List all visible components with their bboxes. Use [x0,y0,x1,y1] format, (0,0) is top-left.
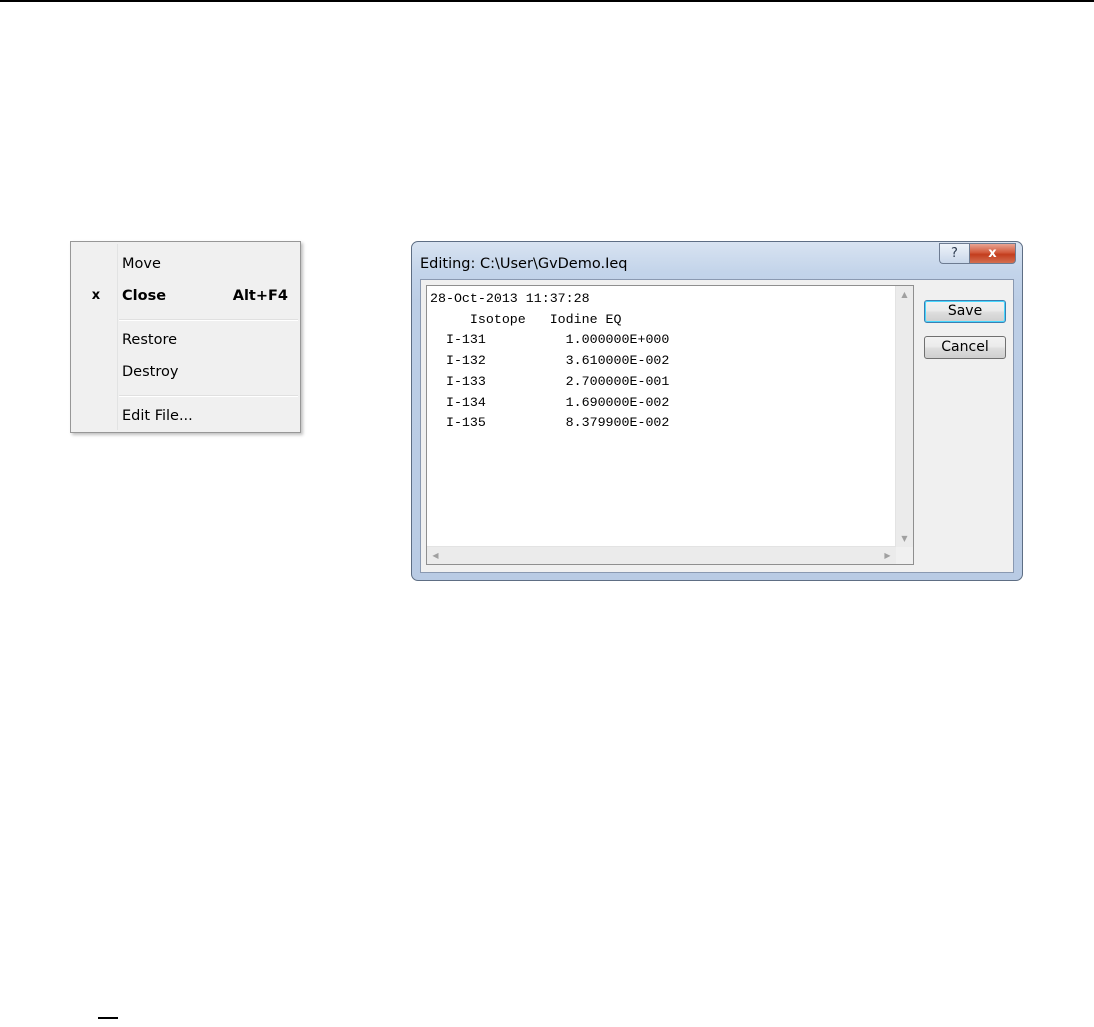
help-button[interactable]: ? [939,243,969,264]
page-mark [98,1017,118,1019]
close-mark-icon: x [91,288,101,303]
menu-separator [119,395,298,397]
editor-line: I-131 1.000000E+000 [430,332,670,348]
menu-item-destroy[interactable]: Destroy [73,358,298,386]
dialog-title: Editing: C:\User\GvDemo.Ieq [420,256,628,272]
editor-line: 28-Oct-2013 11:37:28 [430,291,590,306]
scrollbar-corner [896,547,913,564]
save-button[interactable]: Save [924,300,1006,323]
editor-line: I-134 1.690000E-002 [430,394,670,410]
question-mark-icon: ? [951,246,958,261]
menu-item-label: Close [122,288,167,304]
scroll-left-icon[interactable]: ◀ [427,547,444,564]
dialog-client-area: 28-Oct-2013 11:37:28 Isotope Iodine EQ I… [420,279,1014,573]
cancel-button[interactable]: Cancel [924,336,1006,359]
menu-item-label: Destroy [122,364,179,380]
editor-line: Isotope Iodine EQ [430,311,622,327]
file-text-editor[interactable]: 28-Oct-2013 11:37:28 Isotope Iodine EQ I… [426,285,914,565]
close-button[interactable]: x [969,243,1016,264]
editor-line: I-133 2.700000E-001 [430,373,670,389]
scroll-up-icon[interactable]: ▲ [896,286,913,303]
top-rule [0,0,1094,2]
edit-file-dialog: Editing: C:\User\GvDemo.Ieq ? x 28-Oct-2… [411,241,1023,581]
editor-content[interactable]: 28-Oct-2013 11:37:28 Isotope Iodine EQ I… [430,289,669,434]
menu-item-shortcut: Alt+F4 [232,288,288,304]
scroll-right-icon[interactable]: ▶ [879,547,896,564]
menu-item-label: Edit File... [122,408,193,424]
menu-item-edit-file[interactable]: Edit File... [73,402,298,430]
system-context-menu: Move x Close Alt+F4 Restore Destroy Edit… [70,241,301,433]
menu-item-restore[interactable]: Restore [73,326,298,354]
menu-item-close[interactable]: x Close Alt+F4 [73,282,298,310]
menu-item-label: Restore [122,332,178,348]
editor-line: I-135 8.379900E-002 [430,415,670,431]
horizontal-scrollbar[interactable]: ◀ ▶ [427,546,896,564]
menu-item-move[interactable]: Move [73,250,298,278]
menu-item-label: Move [122,256,161,272]
editor-line: I-132 3.610000E-002 [430,353,670,369]
vertical-scrollbar[interactable]: ▲ ▼ [895,286,913,547]
menu-separator [119,319,298,321]
scroll-down-icon[interactable]: ▼ [896,530,913,547]
close-icon: x [988,246,997,261]
caption-buttons: ? x [939,243,1016,264]
